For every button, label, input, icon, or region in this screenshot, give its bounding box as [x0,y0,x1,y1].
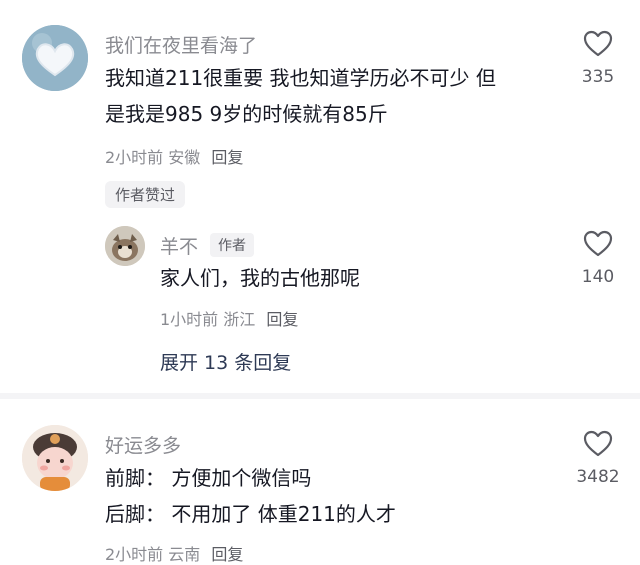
reply-text: 家人们，我的古他那呢 [160,266,360,290]
comment-username[interactable]: 好运多多 [105,431,181,458]
comment-time: 2小时前 [105,545,164,564]
reply-username[interactable]: 羊不 [160,236,198,258]
expand-replies-button[interactable]: 展开 13 条回复 [160,348,291,375]
divider [0,393,640,399]
comment-time: 2小时前 [105,148,164,167]
reply-button[interactable]: 回复 [266,310,298,329]
like-count: 140 [581,267,615,287]
comment-meta: 2小时前 云南 回复 [105,541,243,565]
reply-meta: 1小时前 浙江 回复 [160,306,298,330]
comment-body: 前脚： 方便加个微信吗 后脚： 不用加了 体重211的人才 [105,460,396,532]
reply-time: 1小时前 [160,310,219,329]
comment-username[interactable]: 我们在夜里看海了 [105,31,257,58]
avatar[interactable] [22,425,88,491]
heart-sticker-icon [22,25,88,91]
comment-location: 安徽 [168,148,201,167]
like-count: 335 [581,67,615,87]
cartoon-character-icon [22,425,88,491]
heart-icon[interactable] [583,30,613,57]
like-control[interactable]: 3482 [568,430,628,487]
like-control[interactable]: 335 [568,30,628,87]
reply-username-row: 羊不 作者 [160,232,255,259]
comment-location: 云南 [168,545,201,564]
comment-text-line: 前脚： 方便加个微信吗 [105,466,312,490]
like-control[interactable]: 140 [568,230,628,287]
avatar[interactable] [22,25,88,91]
like-count: 3482 [576,467,620,487]
reply-button[interactable]: 回复 [211,148,243,167]
reply-button[interactable]: 回复 [211,545,243,564]
comment-body: 我知道211很重要 我也知道学历必不可少 但 是我是985 9岁的时候就有85斤 [105,60,496,132]
reply-location: 浙江 [223,310,256,329]
animal-photo-icon [105,226,145,266]
author-badge: 作者 [210,233,255,257]
comment-text-line: 是我是985 9岁的时候就有85斤 [105,102,388,126]
heart-icon[interactable] [583,230,613,257]
comment-text-line: 我知道211很重要 我也知道学历必不可少 但 [105,66,496,90]
comment-meta: 2小时前 安徽 回复 [105,144,243,168]
avatar[interactable] [105,226,145,266]
author-liked-tag: 作者赞过 [105,181,186,208]
comment-text-line: 后脚： 不用加了 体重211的人才 [105,502,396,526]
heart-icon[interactable] [583,430,613,457]
